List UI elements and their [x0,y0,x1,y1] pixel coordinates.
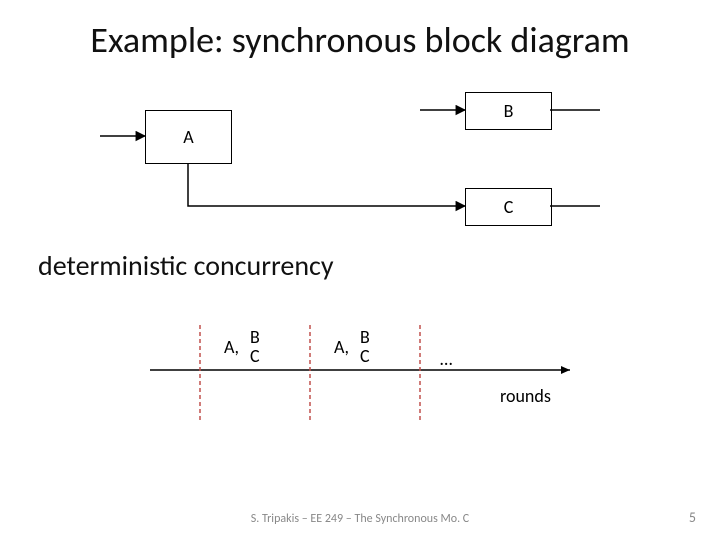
round1-c: C [250,347,260,366]
subtitle: deterministic concurrency [38,248,334,283]
round2-bc: B C [360,328,370,366]
round2-c: C [360,347,370,366]
slide-title: Example: synchronous block diagram [0,18,720,62]
footer: S. Tripakis – EE 249 – The Synchronous M… [0,512,720,526]
timeline-ellipsis: … [440,348,452,370]
block-c: C [465,188,552,226]
page-number: 5 [689,509,696,526]
round2-a: A, [334,336,349,358]
round1-bc: B C [250,328,260,366]
round1-a: A, [224,336,239,358]
slide: Example: synchronous block diagram A B C… [0,0,720,540]
rounds-caption: rounds [500,385,551,407]
block-a: A [145,110,232,164]
block-b: B [465,92,552,130]
